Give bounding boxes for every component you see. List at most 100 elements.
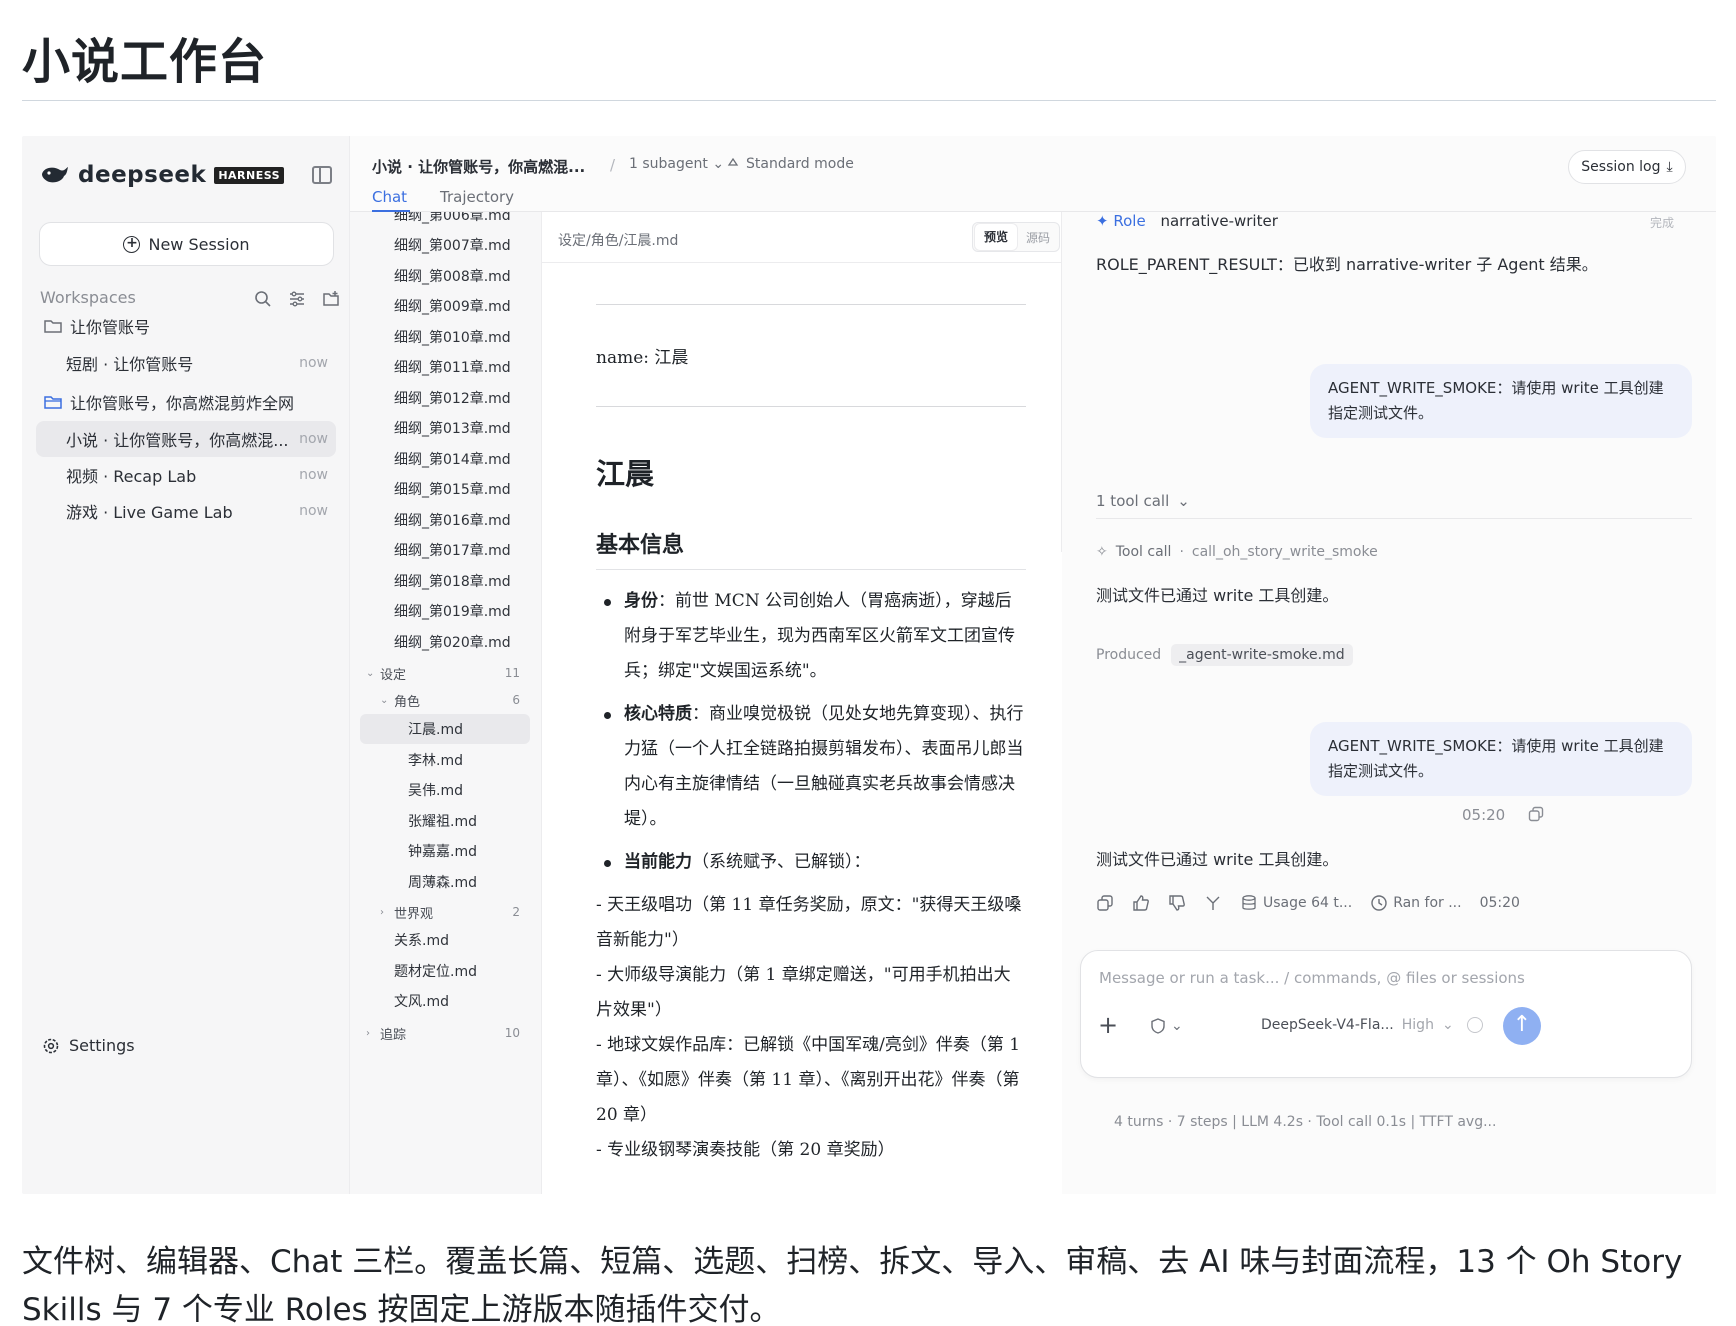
ability-line: - 大师级导演能力（第 1 章绑定赠送，"可用手机拍出大片效果"） [596,965,1011,1020]
chevron-down-icon: ⌄ [1177,492,1190,510]
file-name: 细纲_第010章.md [394,330,511,346]
session-title: 小说 · 让你管账号，你高燃混... [372,158,586,176]
tab-chat[interactable]: Chat [372,188,407,206]
file-item[interactable]: 细纲_第017章.md [350,535,541,565]
session-item[interactable]: 短剧 · 让你管账号 now [36,345,336,381]
tool-call-toggle[interactable]: 1 tool call ⌄ [1096,492,1190,510]
file-name: 周薄森.md [408,875,477,891]
session-item[interactable]: 视频 · Recap Lab now [36,457,336,493]
item-label: 身份 [624,591,658,611]
new-folder-icon[interactable] [322,290,340,308]
search-icon[interactable] [254,290,272,308]
subagent-dropdown[interactable]: 1 subagent ⌄ [629,156,724,172]
file-name: 细纲_第018章.md [394,574,511,590]
role-result-text: ROLE_PARENT_RESULT：已收到 narrative-writer … [1096,255,1598,274]
session-time: now [299,503,328,519]
tool-call-label: Tool call [1115,544,1172,560]
file-item[interactable]: 钟嘉嘉.md [350,836,541,866]
file-name: 题材定位.md [394,964,477,980]
model-selector[interactable]: DeepSeek-V4-Fla... High ⌄ [1261,1017,1454,1033]
file-item[interactable]: 细纲_第015章.md [350,474,541,504]
sidebar-toggle-icon[interactable] [312,166,332,184]
workspace-folder[interactable]: 让你管账号 [36,308,336,344]
folder-track[interactable]: › 追踪 10 [350,1018,541,1048]
markdown-editor: 设定/角色/江晨.md 预览 源码 name: 江晨 江晨 基本信息 身份：前世… [542,212,1062,1194]
session-item-active[interactable]: 小说 · 让你管账号，你高燃混... now [36,421,336,457]
tool-divider [1096,518,1692,519]
tool-call-row: ✧ Tool call · call_oh_story_write_smoke [1096,544,1378,560]
file-name: 细纲_第011章.md [394,360,511,376]
tab-trajectory[interactable]: Trajectory [440,188,514,206]
role-tag: ✦ Role [1096,212,1146,230]
settings-label: Settings [69,1036,135,1055]
send-button[interactable]: ↑ [1503,1007,1541,1045]
recycle-icon [727,157,739,166]
role-tag-label: Role [1113,212,1146,230]
thumbs-up-icon[interactable] [1132,894,1150,912]
file-item[interactable]: 细纲_第010章.md [350,322,541,352]
file-item[interactable]: 细纲_第014章.md [350,444,541,474]
preview-button[interactable]: 预览 [975,224,1017,250]
file-item[interactable]: 细纲_第009章.md [350,291,541,321]
workspace-folder[interactable]: 让你管账号，你高燃混剪炸全网 [36,384,336,420]
file-item[interactable]: 细纲_第006章.md [350,212,541,230]
session-label: 游戏 · Live Game Lab [66,503,233,522]
runtime-label: Ran for ... [1393,895,1462,911]
file-item[interactable]: 吴伟.md [350,775,541,805]
workspace-label: 让你管账号 [70,318,151,337]
message-time: 05:20 [1462,806,1506,824]
tool-result-text: 测试文件已通过 write 工具创建。 [1096,586,1339,605]
file-name: 细纲_第019章.md [394,604,511,620]
folder-world[interactable]: › 世界观 2 [350,897,541,927]
file-name: 细纲_第008章.md [394,269,511,285]
file-item[interactable]: 周薄森.md [350,867,541,897]
new-session-button[interactable]: + New Session [39,222,334,266]
file-item[interactable]: 题材定位.md [350,956,541,986]
filter-sliders-icon[interactable] [288,290,306,308]
role-name: narrative-writer [1160,212,1278,230]
page-caption: 文件树、编辑器、Chat 三栏。覆盖长篇、短篇、选题、扫榜、拆文、导入、审稿、去… [22,1244,1683,1326]
add-attachment-button[interactable]: + [1093,1011,1123,1041]
message-actions: Usage 64 t... Ran for ... 05:20 [1096,894,1520,912]
folder-label: ⌄ 设定 [350,664,406,683]
message-input[interactable] [1099,969,1659,987]
copy-icon[interactable] [1528,806,1544,822]
file-item[interactable]: 细纲_第016章.md [350,505,541,535]
session-log-button[interactable]: Session log ⤓ [1568,150,1686,184]
file-item[interactable]: 细纲_第018章.md [350,566,541,596]
file-item[interactable]: 关系.md [350,925,541,955]
file-item-selected[interactable]: 江晨.md [360,714,530,744]
app-screenshot: deepseek HARNESS + New Session Workspace… [22,136,1716,1194]
subagent-label: 1 subagent [629,156,708,172]
file-item[interactable]: 细纲_第020章.md [350,627,541,657]
produced-file-chip[interactable]: _agent-write-smoke.md [1171,644,1353,666]
file-item[interactable]: 细纲_第013章.md [350,413,541,443]
copy-icon[interactable] [1096,894,1114,912]
file-item[interactable]: 细纲_第011章.md [350,352,541,382]
source-button[interactable]: 源码 [1017,229,1059,246]
view-mode-toggle[interactable]: 预览 源码 [972,222,1060,252]
whale-logo-icon [42,167,68,183]
gear-icon [43,1038,59,1053]
file-item[interactable]: 李林.md [350,745,541,775]
chevron-down-icon: ⌄ [380,694,389,706]
file-item[interactable]: 文风.md [350,986,541,1016]
thumbs-down-icon[interactable] [1168,894,1186,912]
user-message: AGENT_WRITE_SMOKE：请使用 write 工具创建指定测试文件。 [1310,364,1692,438]
file-item[interactable]: 细纲_第019章.md [350,596,541,626]
settings-button[interactable]: Settings [42,1036,135,1055]
file-item[interactable]: 细纲_第008章.md [350,261,541,291]
section-heading: 基本信息 [596,527,1026,570]
tool-permission-dropdown[interactable]: ⌄ [1149,1017,1183,1035]
branch-icon[interactable] [1204,894,1222,912]
file-item[interactable]: 细纲_第012章.md [350,383,541,413]
mode-selector[interactable]: Standard mode [726,156,854,172]
folder-roles[interactable]: ⌄ 角色 6 [350,685,541,715]
produced-row: Produced _agent-write-smoke.md [1096,644,1353,666]
session-item[interactable]: 游戏 · Live Game Lab now [36,493,336,529]
folder-setting[interactable]: ⌄ 设定 11 [350,658,541,688]
file-item[interactable]: 细纲_第007章.md [350,230,541,260]
file-name: 细纲_第016章.md [394,513,511,529]
file-name: 张耀祖.md [408,814,477,830]
file-item[interactable]: 张耀祖.md [350,806,541,836]
